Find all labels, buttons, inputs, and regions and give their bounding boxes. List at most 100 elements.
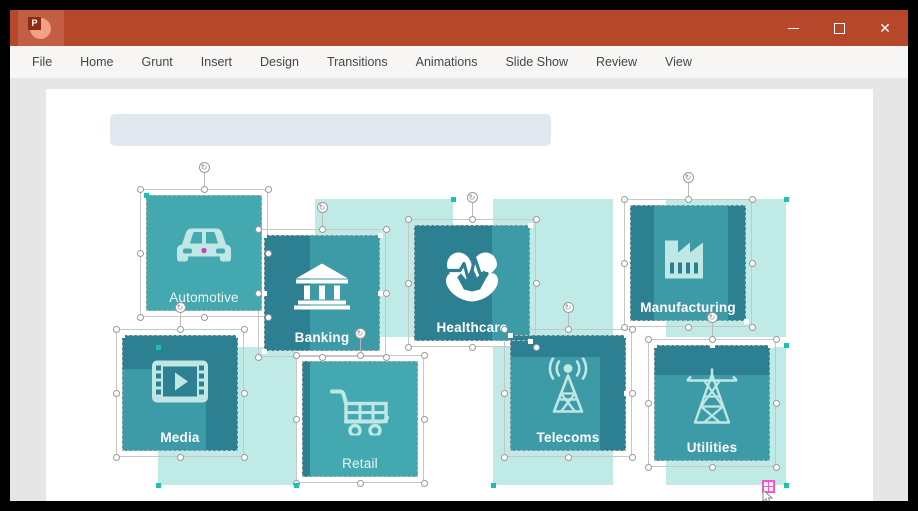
handle-n[interactable] (708, 335, 716, 343)
handle-sq-media-ne[interactable] (235, 332, 241, 338)
handle-w[interactable] (112, 389, 120, 397)
handle-se[interactable] (240, 453, 248, 461)
tab-file[interactable]: File (18, 46, 66, 78)
handle-w[interactable] (404, 279, 412, 287)
handle-ne[interactable] (772, 335, 780, 343)
handle-sq-md-nw[interactable] (119, 332, 125, 338)
rotate-handle-healthcare[interactable]: ↻ (466, 192, 478, 203)
slide-canvas[interactable]: Automotive Banking Healthcare Manufactur… (46, 89, 873, 501)
handle-ne[interactable] (420, 351, 428, 359)
handle-sq-hc-ne[interactable] (527, 222, 533, 228)
minimize-button[interactable] (770, 10, 816, 46)
handle-sw[interactable] (404, 343, 412, 351)
handle-e[interactable] (532, 279, 540, 287)
dot-bg1-nw[interactable] (155, 344, 161, 350)
handle-sq-ut-n[interactable] (709, 342, 715, 348)
handle-nw[interactable] (112, 325, 120, 333)
handle-nw[interactable] (136, 185, 144, 193)
handle-w[interactable] (136, 249, 144, 257)
handle-sq-ut-ne[interactable] (767, 342, 773, 348)
dot-bg1-se[interactable] (293, 482, 299, 488)
handle-n[interactable] (468, 215, 476, 223)
handle-e[interactable] (748, 259, 756, 267)
maximize-button[interactable] (816, 10, 862, 46)
handle-nw[interactable] (644, 335, 652, 343)
handle-se[interactable] (420, 479, 428, 487)
handle-sq-tc-ne[interactable] (623, 332, 629, 338)
handle-nw[interactable] (292, 351, 300, 359)
handle-e[interactable] (240, 389, 248, 397)
dot-bg3-ne[interactable] (450, 196, 456, 202)
handle-sq-sw[interactable] (261, 348, 267, 354)
handle-s[interactable] (468, 343, 476, 351)
handle-ne[interactable] (382, 225, 390, 233)
handle-w[interactable] (500, 389, 508, 397)
dot-bg5-ne[interactable] (783, 196, 789, 202)
handle-n[interactable] (200, 185, 208, 193)
handle-se[interactable] (264, 313, 272, 321)
handle-sw[interactable] (136, 313, 144, 321)
rotate-handle-retail[interactable]: ↻ (354, 328, 366, 339)
handle-sq-e[interactable] (377, 290, 383, 296)
handle-e[interactable] (628, 389, 636, 397)
handle-sq-mf-se[interactable] (743, 318, 749, 324)
handle-s[interactable] (176, 453, 184, 461)
handle-sw[interactable] (620, 323, 628, 331)
handle-se[interactable] (772, 463, 780, 471)
tab-grunt[interactable]: Grunt (128, 46, 187, 78)
tab-transitions[interactable]: Transitions (313, 46, 402, 78)
tab-review[interactable]: Review (582, 46, 651, 78)
tab-view[interactable]: View (651, 46, 706, 78)
handle-ne[interactable] (748, 195, 756, 203)
handle-ne[interactable] (532, 215, 540, 223)
handle-n[interactable] (684, 195, 692, 203)
dot-bg6-se[interactable] (783, 482, 789, 488)
handle-se[interactable] (382, 353, 390, 361)
rotate-handle-banking[interactable]: ↻ (316, 202, 328, 213)
handle-se[interactable] (628, 453, 636, 461)
handle-w[interactable] (254, 289, 262, 297)
handle-nw[interactable] (254, 225, 262, 233)
handle-ne[interactable] (240, 325, 248, 333)
close-button[interactable]: ✕ (862, 10, 908, 46)
handle-s[interactable] (684, 323, 692, 331)
handle-sw[interactable] (254, 353, 262, 361)
handle-sq-ne[interactable] (377, 232, 383, 238)
handle-sw[interactable] (112, 453, 120, 461)
tab-home[interactable]: Home (66, 46, 127, 78)
handle-e[interactable] (772, 399, 780, 407)
handle-sq-hc-se[interactable] (527, 338, 533, 344)
handle-s[interactable] (200, 313, 208, 321)
handle-sw[interactable] (644, 463, 652, 471)
rotate-handle-telecoms[interactable]: ↻ (562, 302, 574, 313)
handle-sq-tc-e[interactable] (623, 390, 629, 396)
title-placeholder[interactable] (110, 114, 551, 146)
rotate-handle-utilities[interactable]: ↻ (706, 312, 718, 323)
dot-bg1-sw[interactable] (155, 482, 161, 488)
handle-se[interactable] (748, 323, 756, 331)
handle-sq-w[interactable] (261, 290, 267, 296)
handle-w[interactable] (644, 399, 652, 407)
dot-auto-nw[interactable] (143, 192, 149, 198)
handle-sw[interactable] (500, 453, 508, 461)
handle-sq-ut-nw[interactable] (651, 342, 657, 348)
handle-sq-nw[interactable] (261, 232, 267, 238)
handle-n[interactable] (356, 351, 364, 359)
handle-nw[interactable] (500, 325, 508, 333)
handle-s[interactable] (708, 463, 716, 471)
handle-e[interactable] (420, 415, 428, 423)
handle-s[interactable] (318, 353, 326, 361)
dot-bg4-sw[interactable] (490, 482, 496, 488)
handle-s[interactable] (356, 479, 364, 487)
handle-e[interactable] (382, 289, 390, 297)
tab-insert[interactable]: Insert (187, 46, 246, 78)
handle-n[interactable] (564, 325, 572, 333)
rotate-handle-media[interactable]: ↻ (174, 302, 186, 313)
rotate-handle-automotive[interactable]: ↻ (198, 162, 210, 173)
handle-se[interactable] (532, 343, 540, 351)
handle-s[interactable] (564, 453, 572, 461)
handle-nw[interactable] (404, 215, 412, 223)
handle-w[interactable] (620, 259, 628, 267)
handle-sq-tc-nw[interactable] (507, 332, 513, 338)
handle-ne[interactable] (264, 185, 272, 193)
